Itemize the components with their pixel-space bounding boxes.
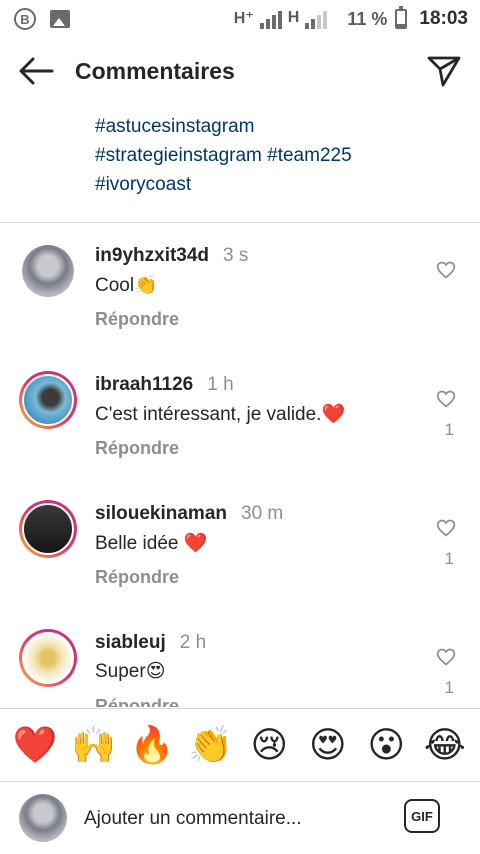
comment-header: in9yhzxit34d 3 s bbox=[95, 245, 248, 267]
comment-item: siableuj 2 h Super😍 Répondre 1 bbox=[0, 610, 480, 707]
avatar[interactable] bbox=[22, 245, 74, 297]
comment-username[interactable]: ibraah1126 bbox=[95, 374, 193, 395]
heart-icon[interactable] bbox=[436, 647, 456, 667]
b-circle-icon: B bbox=[14, 8, 36, 30]
heart-icon[interactable] bbox=[436, 518, 456, 538]
comment-emoji: 😍 bbox=[145, 661, 166, 682]
hashtag-line[interactable]: #astucesinstagram bbox=[95, 112, 455, 141]
comment-text: Super😍 bbox=[95, 660, 166, 683]
comment-emoji: 👏 bbox=[134, 275, 158, 296]
battery-percent: 11 % bbox=[347, 8, 388, 29]
avatar[interactable] bbox=[19, 371, 77, 429]
comment-body: Cool bbox=[95, 275, 135, 296]
like-count: 1 bbox=[444, 420, 454, 439]
avatar[interactable] bbox=[19, 500, 77, 558]
like-count: 1 bbox=[444, 549, 454, 568]
header: Commentaires bbox=[0, 44, 480, 100]
comment-username[interactable]: in9yhzxit34d bbox=[95, 245, 209, 266]
emoji-raised-hands-button[interactable]: 🙌 bbox=[70, 727, 118, 763]
page-title: Commentaires bbox=[75, 58, 235, 84]
arrow-left-icon[interactable] bbox=[18, 56, 54, 86]
comments-list[interactable]: in9yhzxit34d 3 s Cool👏 Répondre ibraah112… bbox=[0, 223, 480, 707]
emoji-crying-button[interactable]: 😢 bbox=[245, 727, 293, 763]
image-icon bbox=[50, 10, 70, 28]
reply-button[interactable]: Répondre bbox=[95, 696, 179, 707]
emoji-laughing-button[interactable]: 😂 bbox=[421, 727, 469, 763]
hashtag-line[interactable]: #strategieinstagram #team225 bbox=[95, 141, 455, 170]
reply-button[interactable]: Répondre bbox=[95, 309, 179, 330]
emoji-heart-button[interactable]: ❤️ bbox=[11, 727, 59, 763]
comment-item: silouekinaman 30 m Belle idée ❤️ Répondre… bbox=[0, 481, 480, 610]
clock: 18:03 bbox=[419, 8, 468, 29]
avatar bbox=[19, 794, 67, 842]
emoji-reaction-bar: ❤️ 🙌 🔥 👏 😢 😍 😮 😂 bbox=[0, 708, 480, 782]
hashtag-line[interactable]: #ivorycoast bbox=[95, 170, 455, 199]
heart-icon[interactable] bbox=[436, 260, 456, 280]
comment-item: in9yhzxit34d 3 s Cool👏 Répondre bbox=[0, 223, 480, 352]
comment-time: 3 s bbox=[223, 245, 249, 266]
comment-time: 1 h bbox=[207, 374, 234, 395]
battery-icon bbox=[395, 6, 408, 29]
comment-username[interactable]: silouekinaman bbox=[95, 503, 227, 524]
comment-header: siableuj 2 h bbox=[95, 632, 206, 654]
signal-icon bbox=[259, 9, 282, 29]
signal-icon-2 bbox=[305, 9, 328, 29]
comment-emoji: ❤️ bbox=[183, 533, 208, 554]
emoji-fire-button[interactable]: 🔥 bbox=[128, 727, 176, 763]
like-count: 1 bbox=[444, 678, 454, 697]
comment-header: silouekinaman 30 m bbox=[95, 503, 283, 525]
avatar[interactable] bbox=[19, 629, 77, 687]
comment-time: 2 h bbox=[179, 632, 207, 653]
comment-time: 30 m bbox=[241, 503, 284, 524]
reply-button[interactable]: Répondre bbox=[95, 567, 179, 588]
comment-body: Belle idée bbox=[95, 533, 184, 554]
comment-text: Belle idée ❤️ bbox=[95, 531, 207, 555]
emoji-clap-button[interactable]: 👏 bbox=[187, 727, 235, 763]
status-bar: B H⁺ H 11 % 18:03 bbox=[0, 0, 480, 38]
reply-button[interactable]: Répondre bbox=[95, 438, 179, 459]
heart-icon[interactable] bbox=[436, 389, 456, 409]
gif-button[interactable]: GIF bbox=[404, 799, 440, 833]
network-type-2: H bbox=[287, 9, 300, 26]
comment-username[interactable]: siableuj bbox=[95, 632, 166, 653]
comment-emoji: ❤️ bbox=[321, 404, 346, 425]
comment-body: C'est intéressant, je valide. bbox=[95, 404, 322, 425]
comment-input[interactable] bbox=[84, 804, 374, 834]
comment-body: Super bbox=[95, 661, 146, 682]
comment-composer: GIF bbox=[0, 790, 480, 846]
network-type: H⁺ bbox=[233, 10, 254, 27]
comment-text: Cool👏 bbox=[95, 273, 158, 297]
send-icon[interactable] bbox=[426, 54, 462, 88]
post-caption: #astucesinstagram #strategieinstagram #t… bbox=[95, 112, 455, 199]
comment-header: ibraah1126 1 h bbox=[95, 374, 234, 396]
comment-item: ibraah1126 1 h C'est intéressant, je vali… bbox=[0, 352, 480, 481]
emoji-heart-eyes-button[interactable]: 😍 bbox=[304, 727, 352, 763]
emoji-surprised-button[interactable]: 😮 bbox=[362, 727, 410, 763]
comment-text: C'est intéressant, je valide.❤️ bbox=[95, 402, 345, 426]
